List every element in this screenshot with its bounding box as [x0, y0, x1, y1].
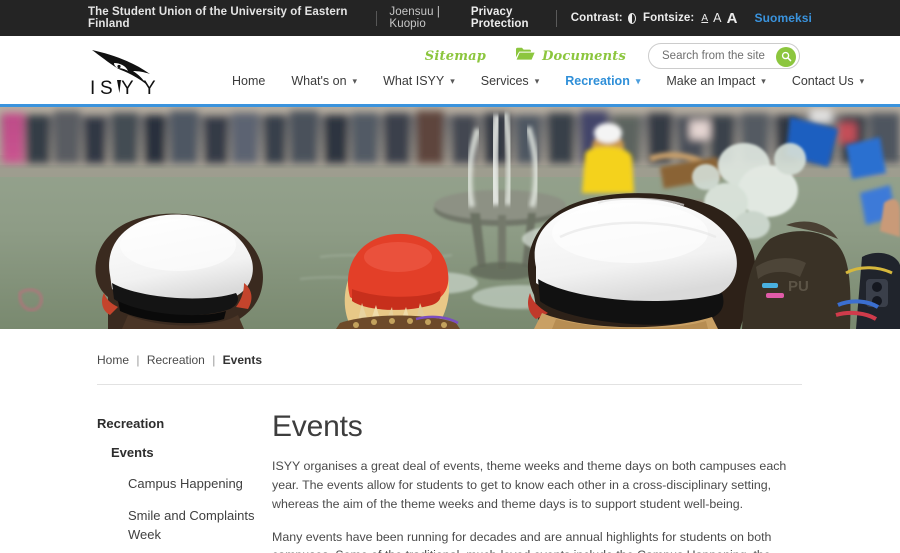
sitemap-link[interactable]: Sitemap [425, 49, 486, 64]
svg-text:S: S [100, 78, 116, 99]
site-organisation-title: The Student Union of the University of E… [88, 6, 348, 30]
nav-item-contact-us[interactable]: Contact Us ▾ [792, 74, 864, 88]
contrast-label: Contrast: [570, 12, 623, 24]
breadcrumb-item-home[interactable]: Home [97, 353, 129, 367]
nav-item-make-an-impact[interactable]: Make an Impact ▾ [666, 74, 765, 88]
privacy-protection-link[interactable]: Privacy Protection [471, 6, 542, 30]
language-switch-link[interactable]: Suomeksi [755, 11, 813, 25]
topbar-left-group: The Student Union of the University of E… [88, 6, 471, 30]
fontsize-small-button[interactable]: A [701, 13, 708, 24]
breadcrumb-separator: | [212, 353, 216, 367]
nav-item-recreation[interactable]: Recreation ▾ [565, 74, 640, 88]
nav-item-whats-on[interactable]: What's on ▾ [291, 74, 357, 88]
main-article: Events ISYY organises a great deal of ev… [272, 412, 900, 553]
nav-label-home: Home [232, 74, 266, 88]
campus-cities-label: Joensuu | Kuopio [389, 6, 440, 30]
sidebar-item-recreation[interactable]: Recreation [97, 416, 272, 431]
chevron-down-icon: ▾ [859, 75, 865, 86]
chevron-down-icon: ▾ [450, 75, 455, 86]
folder-icon [516, 47, 535, 66]
breadcrumb: Home | Recreation | Events [97, 353, 812, 367]
header-utility-row: Sitemap Documents [425, 43, 800, 69]
sidebar-navigation: Recreation Events Campus Happening Smile… [97, 412, 272, 553]
breadcrumb-area: Home | Recreation | Events [0, 329, 900, 385]
fontsize-large-button[interactable]: A [727, 10, 738, 27]
svg-text:I: I [90, 78, 98, 99]
search-submit-button[interactable] [776, 46, 796, 67]
sidebar-item-smile-and-complaints-week[interactable]: Smile and Complaints Week [128, 506, 272, 545]
breadcrumb-item-recreation[interactable]: Recreation [147, 353, 205, 367]
svg-text:PU: PU [788, 278, 809, 295]
site-header: I S Y Y Sitemap Documents Search from th… [0, 36, 900, 104]
nav-label-services: Services [480, 74, 529, 88]
sidebar-item-campus-happening[interactable]: Campus Happening [128, 474, 272, 494]
nav-label-make-an-impact: Make an Impact [666, 74, 756, 88]
page-title: Events [272, 410, 363, 443]
sidebar-item-events[interactable]: Events [111, 445, 272, 460]
contrast-toggle-icon[interactable] [627, 13, 636, 24]
breadcrumb-current-page: Events [222, 353, 263, 367]
nav-label-whats-on: What's on [291, 74, 347, 88]
fontsize-medium-button[interactable]: A [713, 11, 721, 25]
search-input[interactable] [662, 50, 767, 62]
svg-text:Y: Y [143, 78, 159, 99]
main-navigation: Home What's on ▾ What ISYY ▾ Services ▾ … [232, 74, 864, 88]
hero-image: PU [0, 107, 900, 329]
fontsize-label: Fontsize: [642, 12, 695, 24]
nav-item-home[interactable]: Home [232, 74, 265, 88]
isyy-logo[interactable]: I S Y Y [88, 44, 184, 100]
svg-text:Y: Y [121, 78, 137, 99]
chevron-down-icon: ▾ [352, 75, 358, 86]
intro-paragraph-1: ISYY organises a great deal of events, t… [272, 459, 787, 511]
chevron-down-icon: ▾ [534, 75, 540, 86]
breadcrumb-separator: | [136, 353, 140, 367]
page-content: Recreation Events Campus Happening Smile… [0, 385, 900, 553]
documents-link[interactable]: Documents [542, 49, 626, 64]
search-icon [781, 51, 791, 62]
nav-item-services[interactable]: Services ▾ [481, 74, 539, 88]
nav-label-recreation: Recreation [565, 74, 630, 88]
nav-label-contact-us: Contact Us [791, 74, 854, 88]
intro-paragraph-2: Many events have been running for decade… [272, 529, 772, 553]
topbar-right-group: Privacy Protection Contrast: Fontsize: A… [471, 6, 812, 30]
chevron-down-icon: ▾ [761, 75, 766, 86]
topbar-divider-2 [556, 9, 557, 27]
nav-item-what-isyy[interactable]: What ISYY ▾ [383, 74, 455, 88]
topbar-divider [375, 10, 377, 26]
search-box[interactable] [648, 43, 800, 69]
nav-label-what-isyy: What ISYY [383, 74, 445, 88]
top-utility-bar: The Student Union of the University of E… [0, 0, 900, 36]
chevron-down-icon: ▾ [635, 75, 641, 86]
